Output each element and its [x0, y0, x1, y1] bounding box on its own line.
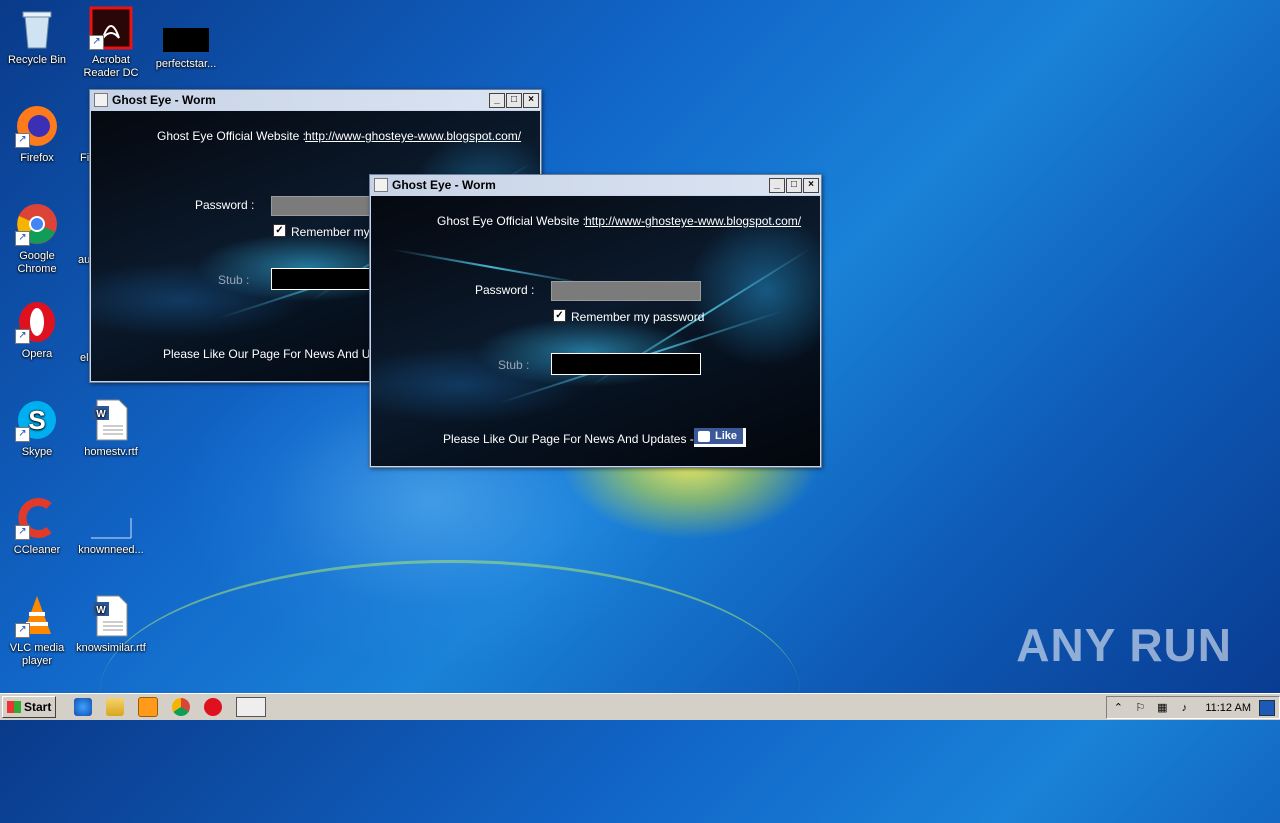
window-title: Ghost Eye - Worm	[112, 93, 216, 107]
volume-icon[interactable]: ♪	[1177, 701, 1191, 715]
remember-label: Remember my p	[291, 225, 380, 239]
window-client-area: Ghost Eye Official Website : http://www-…	[371, 196, 820, 466]
flag-icon[interactable]: ⚐	[1133, 701, 1147, 715]
like-label: Like	[715, 430, 738, 442]
website-link[interactable]: http://www-ghosteye-www.blogspot.com/	[305, 129, 521, 143]
thumbs-up-icon	[698, 430, 710, 442]
black-thumbnail-icon	[163, 28, 209, 52]
desktop-icon-acrobat[interactable]: ↗ Acrobat Reader DC	[74, 6, 148, 80]
background-streak	[392, 248, 590, 286]
svg-text:S: S	[28, 405, 45, 435]
website-link[interactable]: http://www-ghosteye-www.blogspot.com/	[585, 214, 801, 228]
remember-label: Remember my password	[571, 310, 705, 324]
chrome-icon[interactable]	[172, 698, 191, 716]
desktop-icon-skype[interactable]: S ↗ Skype	[0, 398, 74, 459]
desktop-icon-label: CCleaner	[13, 544, 61, 556]
password-label: Password :	[195, 198, 255, 212]
shortcut-arrow-icon: ↗	[15, 329, 30, 344]
firefox-icon: ↗	[15, 104, 59, 148]
desktop-icon-perfectstar[interactable]: perfectstar...	[148, 6, 224, 71]
word-document-icon: W	[89, 398, 133, 442]
desktop-icon-label: Firefox	[20, 152, 54, 164]
desktop-icon-label: Recycle Bin	[7, 54, 67, 66]
stub-input[interactable]	[551, 353, 701, 375]
desktop-icon-label: Google Chrome	[17, 250, 57, 275]
desktop-icon-label: Acrobat Reader DC	[83, 54, 139, 79]
shortcut-arrow-icon: ↗	[15, 231, 30, 246]
minimize-button[interactable]: _	[769, 177, 785, 193]
desktop-icon-knowsimilar[interactable]: W knowsimilar.rtf	[74, 594, 148, 655]
vlc-icon: ↗	[15, 594, 59, 638]
desktop-icon-label: knownneed...	[78, 544, 144, 556]
password-label: Password :	[475, 283, 535, 297]
internet-explorer-icon[interactable]	[74, 698, 93, 716]
desktop-icon-label: Skype	[21, 446, 53, 458]
website-label: Ghost Eye Official Website :	[437, 214, 586, 228]
media-player-icon[interactable]	[138, 697, 159, 717]
folder-icon[interactable]	[106, 698, 125, 716]
svg-text:W: W	[96, 409, 106, 420]
close-button[interactable]: ×	[803, 177, 819, 193]
remember-checkbox[interactable]: ✓	[553, 309, 566, 322]
promo-text: Please Like Our Page For News And Update…	[443, 432, 701, 446]
password-input[interactable]	[551, 281, 701, 301]
word-document-icon: W	[89, 594, 133, 638]
remember-checkbox[interactable]: ✓	[273, 224, 286, 237]
stub-label: Stub :	[498, 358, 530, 372]
desktop-icon-knownneed[interactable]: knownneed...	[74, 496, 148, 557]
anyrun-watermark: ANY RUN	[1016, 619, 1232, 671]
taskbar: Start ⌃ ⚐ ▦ ♪ 11:12 AM	[0, 693, 1280, 720]
start-label: Start	[24, 700, 52, 714]
app-icon	[94, 93, 108, 107]
skype-icon: S ↗	[15, 398, 59, 442]
desktop-icon-label: homestv.rtf	[84, 446, 138, 458]
ghost-eye-window-foreground[interactable]: Ghost Eye - Worm _ □ × Ghost Eye Officia…	[369, 174, 822, 468]
ghost-eye-taskbar-button[interactable]	[236, 697, 267, 717]
recycle-bin-icon	[15, 6, 59, 50]
close-button[interactable]: ×	[523, 92, 539, 108]
title-bar[interactable]: Ghost Eye - Worm _ □ ×	[90, 90, 541, 110]
ccleaner-icon: ↗	[15, 496, 59, 540]
promo-text: Please Like Our Page For News And Updat	[163, 347, 394, 361]
chrome-icon: ↗	[15, 202, 59, 246]
like-button[interactable]: Like	[694, 428, 747, 447]
show-desktop-icon[interactable]	[1259, 699, 1275, 716]
desktop-icon-label: knowsimilar.rtf	[76, 642, 146, 654]
desktop-icon-recycle-bin[interactable]: Recycle Bin	[0, 6, 74, 67]
minimize-button[interactable]: _	[489, 92, 505, 108]
desktop-icon-vlc[interactable]: ↗ VLC media player	[0, 594, 74, 668]
shortcut-arrow-icon: ↗	[15, 525, 30, 540]
shortcut-arrow-icon: ↗	[15, 623, 30, 638]
svg-text:W: W	[96, 605, 106, 616]
website-label: Ghost Eye Official Website :	[157, 129, 306, 143]
desktop-icon-firefox[interactable]: ↗ Firefox	[0, 104, 74, 165]
blank-file-icon	[89, 496, 133, 540]
chevron-up-icon[interactable]: ⌃	[1111, 701, 1125, 715]
opera-icon[interactable]	[204, 698, 223, 716]
system-tray: ⌃ ⚐ ▦ ♪ 11:12 AM	[1106, 696, 1280, 719]
shortcut-arrow-icon: ↗	[15, 133, 30, 148]
maximize-button[interactable]: □	[786, 177, 802, 193]
opera-icon: ↗	[15, 300, 59, 344]
title-bar[interactable]: Ghost Eye - Worm _ □ ×	[370, 175, 821, 195]
desktop-icon-opera[interactable]: ↗ Opera	[0, 300, 74, 361]
windows-logo-icon	[7, 701, 21, 713]
desktop-icon-label: perfectstar...	[155, 58, 217, 70]
desktop-icon-ccleaner[interactable]: ↗ CCleaner	[0, 496, 74, 557]
acrobat-reader-icon: ↗	[89, 6, 133, 50]
stub-label: Stub :	[218, 273, 250, 287]
desktop-icon-chrome[interactable]: ↗ Google Chrome	[0, 202, 74, 276]
maximize-button[interactable]: □	[506, 92, 522, 108]
shortcut-arrow-icon: ↗	[89, 35, 104, 50]
desktop-icon-label: VLC media player	[9, 642, 65, 667]
desktop-icon-homestv[interactable]: W homestv.rtf	[74, 398, 148, 459]
network-icon[interactable]: ▦	[1155, 701, 1169, 715]
clock[interactable]: 11:12 AM	[1205, 702, 1251, 714]
app-icon	[374, 178, 388, 192]
start-button[interactable]: Start	[2, 696, 57, 718]
shortcut-arrow-icon: ↗	[15, 427, 30, 442]
desktop-icon-label: Opera	[21, 348, 53, 360]
window-title: Ghost Eye - Worm	[392, 178, 496, 192]
wallpaper-swoosh	[100, 560, 800, 823]
